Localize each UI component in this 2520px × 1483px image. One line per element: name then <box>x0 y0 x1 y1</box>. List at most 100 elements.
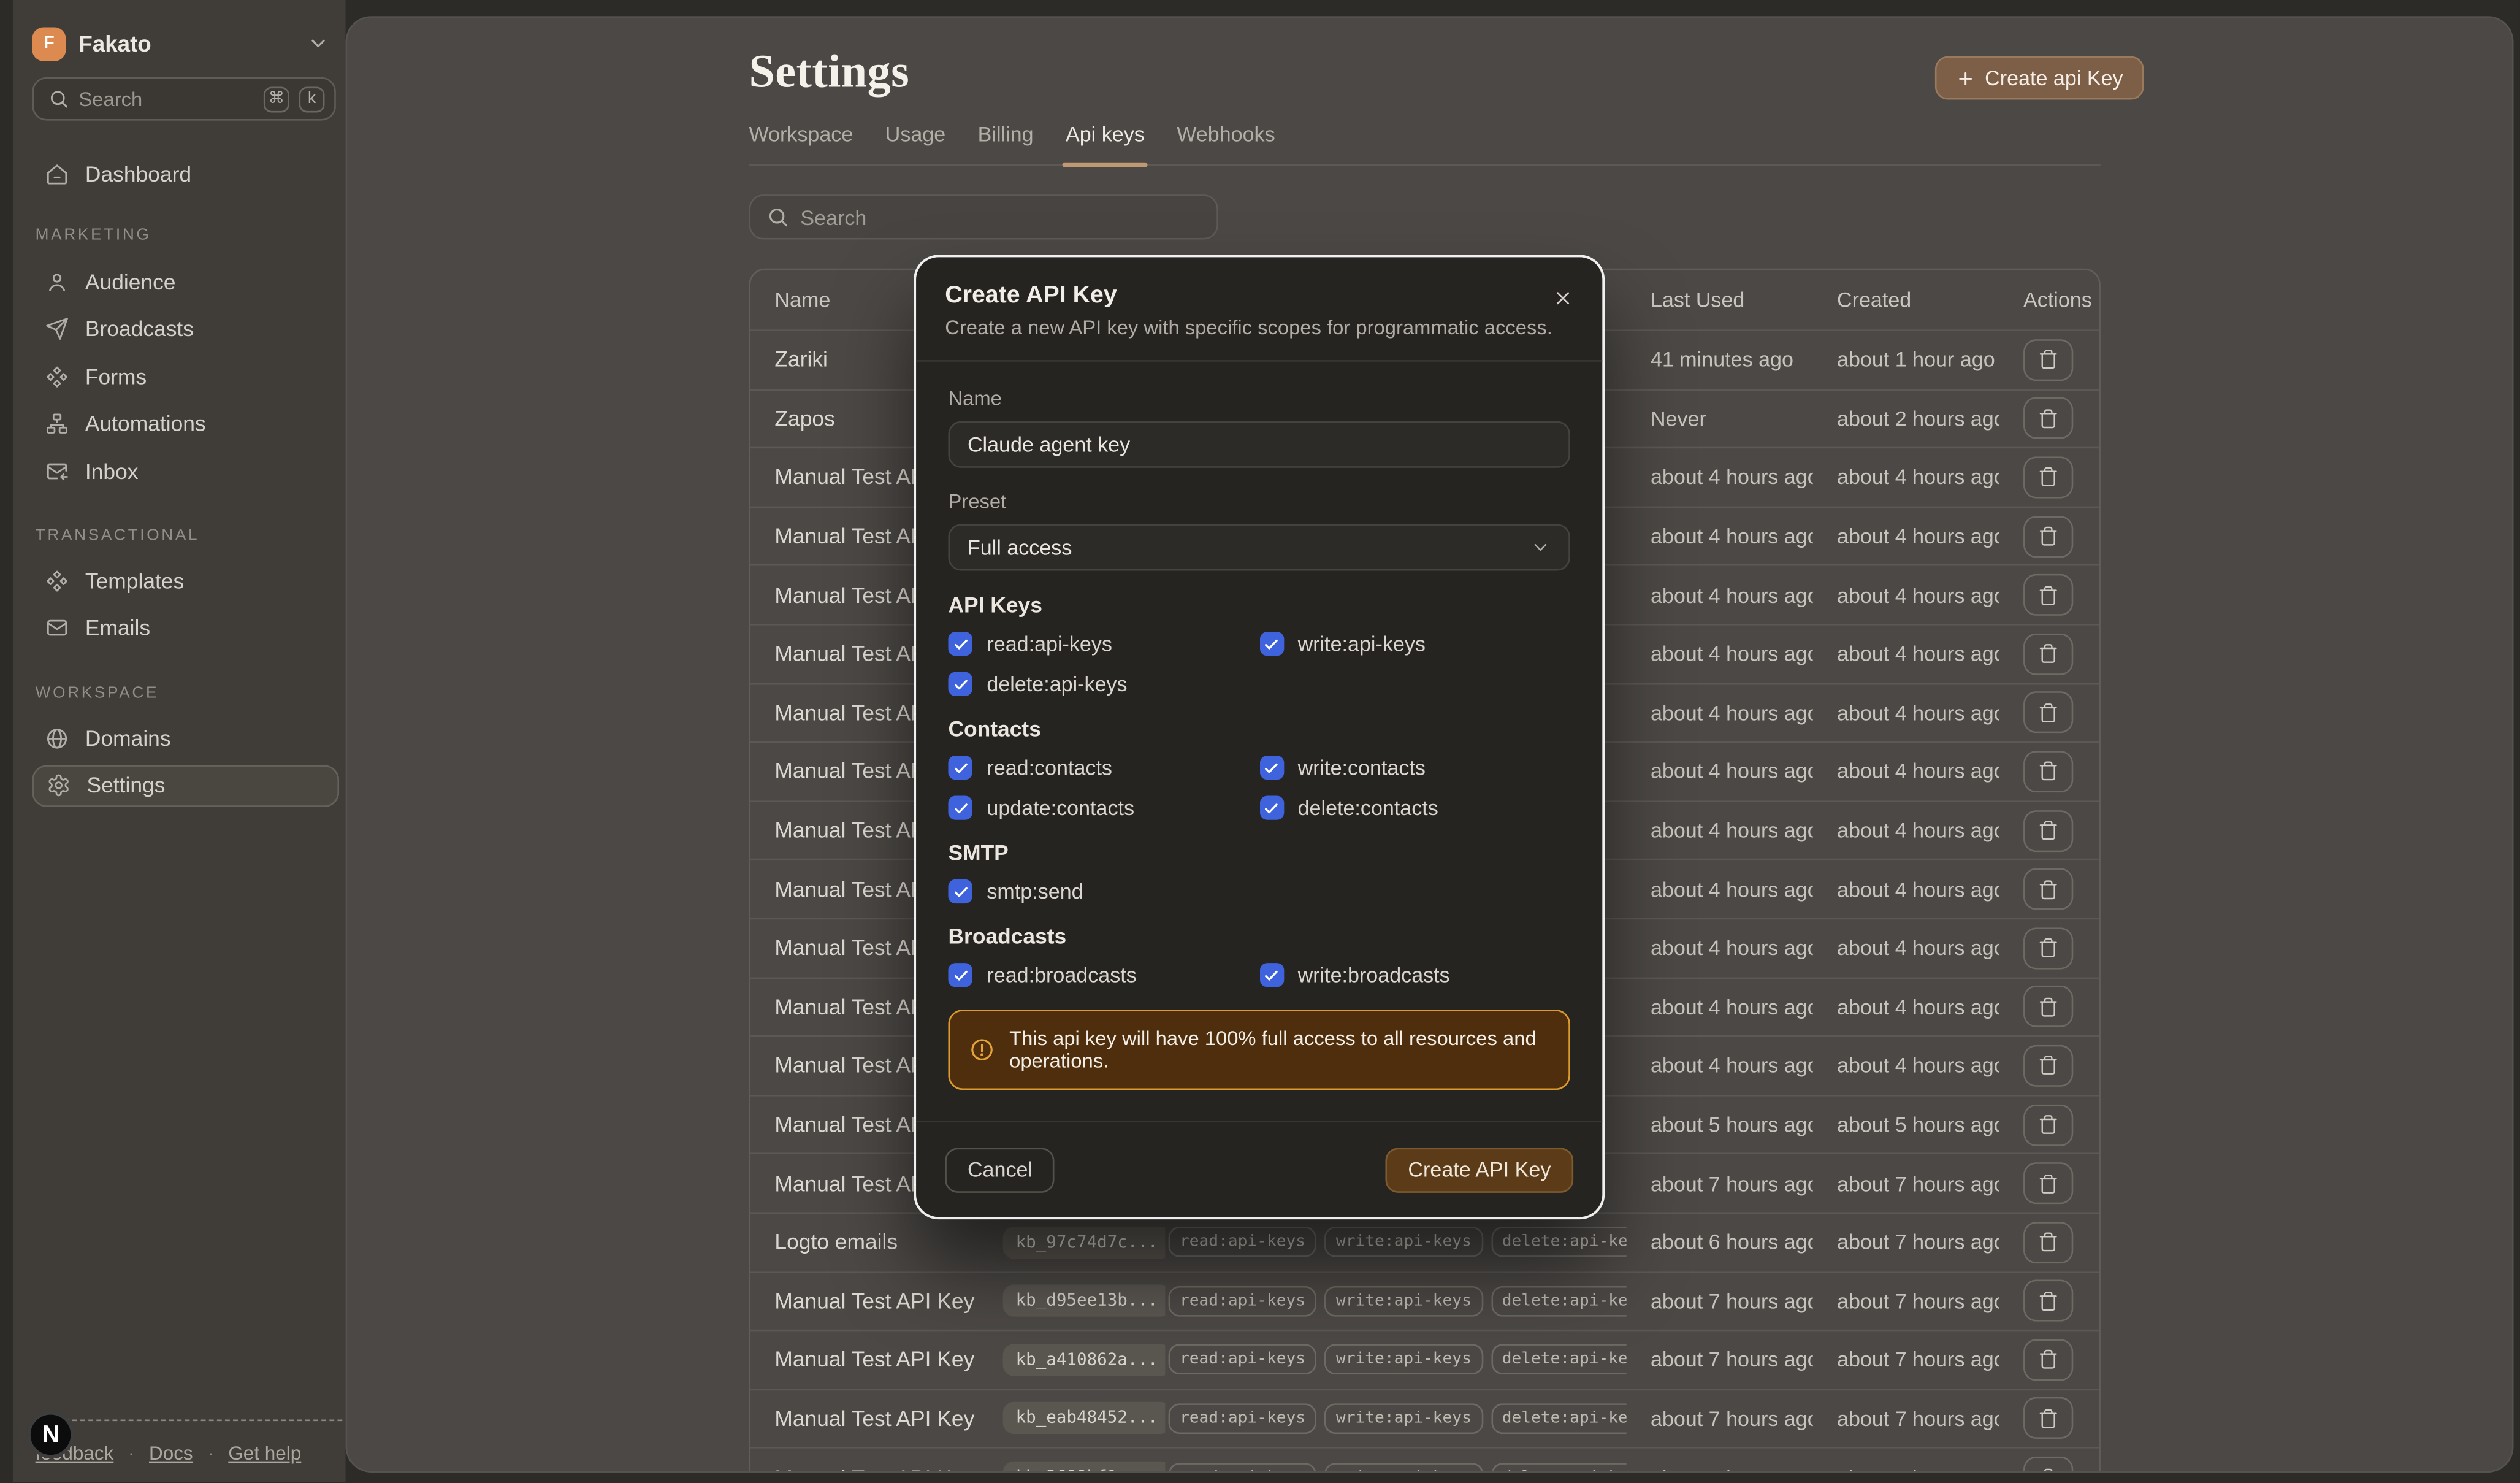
checkbox-checked-icon <box>948 963 972 987</box>
sidebar-item-broadcasts[interactable]: Broadcasts <box>32 308 339 350</box>
last-used-cell: about 4 hours ago <box>1627 877 1813 901</box>
created-cell: about 7 hours ago <box>1813 1289 1999 1313</box>
sidebar-item-emails[interactable]: Emails <box>32 607 339 648</box>
checkbox-read-api-keys[interactable]: read:api-keys <box>948 632 1259 656</box>
delete-key-button[interactable] <box>2023 692 2073 734</box>
send-icon <box>45 316 69 340</box>
preset-select[interactable]: Full access <box>948 524 1570 571</box>
created-cell: about 4 hours ago <box>1813 524 1999 548</box>
sidebar-item-settings[interactable]: Settings <box>32 764 339 806</box>
sidebar-item-dashboard[interactable]: Dashboard <box>32 153 339 194</box>
delete-key-button[interactable] <box>2023 751 2073 792</box>
delete-key-button[interactable] <box>2023 515 2073 557</box>
full-access-warning: This api key will have 100% full access … <box>948 1010 1570 1090</box>
created-cell: about 1 hour ago <box>1813 348 1999 372</box>
tab-api-keys[interactable]: Api keys <box>1066 122 1145 164</box>
shapes-icon <box>45 569 69 592</box>
delete-key-button[interactable] <box>2023 1221 2073 1263</box>
delete-key-button[interactable] <box>2023 339 2073 381</box>
delete-key-button[interactable] <box>2023 1339 2073 1381</box>
checkbox-checked-icon <box>948 632 972 656</box>
sidebar: F Fakato ⌘ k Dashboard MARKETING <box>13 0 346 1482</box>
footer-dashed-divider <box>40 1419 343 1421</box>
delete-key-button[interactable] <box>2023 574 2073 616</box>
checkbox-write-contacts[interactable]: write:contacts <box>1259 756 1570 780</box>
close-icon[interactable] <box>1544 280 1580 315</box>
delete-key-button[interactable] <box>2023 1398 2073 1439</box>
delete-key-button[interactable] <box>2023 1162 2073 1204</box>
created-cell: about 4 hours ago <box>1813 936 1999 960</box>
cancel-button[interactable]: Cancel <box>945 1147 1055 1192</box>
delete-key-button[interactable] <box>2023 397 2073 439</box>
sidebar-item-inbox[interactable]: Inbox <box>32 450 339 492</box>
token-badge: kb_d95ee13b... <box>1003 1285 1166 1317</box>
checkbox-checked-icon <box>948 756 972 780</box>
delete-key-button[interactable] <box>2023 868 2073 910</box>
last-used-cell: about 4 hours ago <box>1627 524 1813 548</box>
sidebar-item-automations[interactable]: Automations <box>32 403 339 445</box>
last-used-cell: about 4 hours ago <box>1627 700 1813 724</box>
create-api-key-submit-button[interactable]: Create API Key <box>1386 1147 1573 1192</box>
delete-key-button[interactable] <box>2023 1280 2073 1322</box>
tab-usage[interactable]: Usage <box>885 122 945 164</box>
api-keys-search-input[interactable] <box>800 205 1201 229</box>
last-used-cell: about 4 hours ago <box>1627 642 1813 666</box>
checkbox-read-contacts[interactable]: read:contacts <box>948 756 1259 780</box>
checkbox-update-contacts[interactable]: update:contacts <box>948 795 1259 819</box>
checkbox-delete-api-keys[interactable]: delete:api-keys <box>948 672 1259 696</box>
cmd-key-chip: ⌘ <box>264 86 289 112</box>
sidebar-item-forms[interactable]: Forms <box>32 355 339 397</box>
created-cell: about 8 hours ago <box>1813 1465 1999 1473</box>
delete-key-button[interactable] <box>2023 1457 2073 1473</box>
last-used-cell: about 4 hours ago <box>1627 936 1813 960</box>
tab-workspace[interactable]: Workspace <box>749 122 853 164</box>
get-help-link[interactable]: Get help <box>228 1442 301 1465</box>
sidebar-search[interactable]: ⌘ k <box>32 77 335 121</box>
checkbox-delete-contacts[interactable]: delete:contacts <box>1259 795 1570 819</box>
checkbox-smtp-send[interactable]: smtp:send <box>948 879 1259 903</box>
sidebar-item-templates[interactable]: Templates <box>32 559 339 601</box>
delete-key-button[interactable] <box>2023 456 2073 498</box>
sidebar-item-label: Broadcasts <box>85 316 194 340</box>
scope-chip: delete:api-keys <box>1491 1403 1626 1434</box>
last-used-cell: about 7 hours ago <box>1627 1171 1813 1195</box>
docs-link[interactable]: Docs <box>149 1442 193 1465</box>
tab-billing[interactable]: Billing <box>978 122 1034 164</box>
checkbox-read-broadcasts[interactable]: read:broadcasts <box>948 963 1259 987</box>
scope-chip: read:api-keys <box>1169 1286 1317 1316</box>
globe-icon <box>45 726 69 749</box>
sidebar-search-input[interactable] <box>78 88 254 110</box>
sidebar-item-audience[interactable]: Audience <box>32 261 339 302</box>
sidebar-item-domains[interactable]: Domains <box>32 717 339 759</box>
create-api-key-dialog: Create API Key Create a new API key with… <box>916 257 1602 1217</box>
delete-key-button[interactable] <box>2023 810 2073 851</box>
api-key-name-input[interactable] <box>948 421 1570 468</box>
token-badge: kb_a410862a... <box>1003 1344 1166 1376</box>
table-row: Manual Test API Keykb_a410862a...read:ap… <box>750 1330 2099 1389</box>
checkbox-checked-icon <box>1259 795 1283 819</box>
table-row: Manual Test API Keykb_d95ee13b...read:ap… <box>750 1271 2099 1330</box>
delete-key-button[interactable] <box>2023 1045 2073 1087</box>
delete-key-button[interactable] <box>2023 986 2073 1028</box>
checkbox-write-broadcasts[interactable]: write:broadcasts <box>1259 963 1570 987</box>
sidebar-item-label: Domains <box>85 726 171 749</box>
delete-key-button[interactable] <box>2023 927 2073 969</box>
alert-circle-icon <box>969 1037 995 1063</box>
last-used-cell: about 7 hours ago <box>1627 1348 1813 1372</box>
nextjs-dev-badge[interactable]: N <box>28 1411 74 1458</box>
sidebar-item-label: Inbox <box>85 459 139 483</box>
created-cell: about 4 hours ago <box>1813 642 1999 666</box>
created-cell: about 7 hours ago <box>1813 1230 1999 1254</box>
delete-key-button[interactable] <box>2023 1103 2073 1145</box>
created-cell: about 4 hours ago <box>1813 700 1999 724</box>
api-keys-search[interactable] <box>749 194 1218 239</box>
sidebar-item-label: Templates <box>85 569 184 592</box>
created-cell: about 4 hours ago <box>1813 818 1999 842</box>
scope-chip: delete:api-keys <box>1491 1462 1626 1473</box>
sidebar-footer-links: feedback · Docs · Get help <box>36 1442 341 1465</box>
tab-webhooks[interactable]: Webhooks <box>1177 122 1275 164</box>
checkbox-write-api-keys[interactable]: write:api-keys <box>1259 632 1570 656</box>
delete-key-button[interactable] <box>2023 633 2073 675</box>
checkbox-checked-icon <box>948 795 972 819</box>
workspace-switcher[interactable]: F Fakato <box>32 23 329 64</box>
